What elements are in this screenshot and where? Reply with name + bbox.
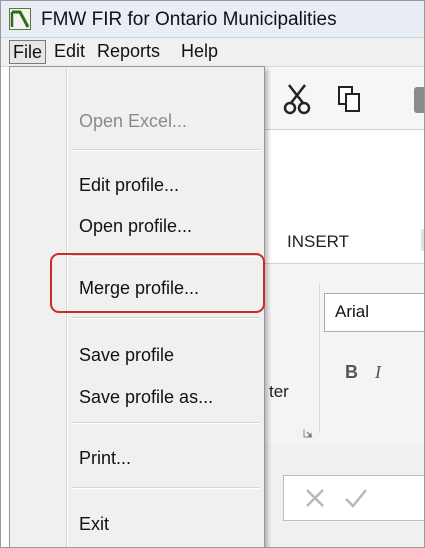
menu-separator <box>72 149 260 151</box>
file-menu-dropdown: Open Excel... Edit profile... Open profi… <box>9 66 265 547</box>
title-bar: FMW FIR for Ontario Municipalities <box>1 1 424 38</box>
menu-item-edit-profile[interactable]: Edit profile... <box>79 175 179 196</box>
toolbar <box>263 67 425 130</box>
menu-item-open-excel[interactable]: Open Excel... <box>79 111 187 132</box>
tab-next[interactable] <box>421 229 424 251</box>
menu-separator <box>72 422 260 424</box>
menu-reports[interactable]: Reports <box>94 40 163 62</box>
paste-icon[interactable] <box>411 85 425 115</box>
menu-help[interactable]: Help <box>178 40 221 62</box>
menu-item-save-profile[interactable]: Save profile <box>79 345 174 366</box>
menu-separator <box>72 317 260 319</box>
menu-edit[interactable]: Edit <box>51 40 88 62</box>
menu-file[interactable]: File <box>9 40 47 64</box>
menu-separator <box>72 487 260 489</box>
app-logo-icon <box>9 8 31 30</box>
scissors-icon[interactable] <box>283 83 311 115</box>
tab-insert[interactable]: INSERT <box>287 232 349 252</box>
cancel-x-icon[interactable] <box>304 487 326 509</box>
ribbon <box>263 263 424 447</box>
font-name-value: Arial <box>335 302 370 321</box>
menu-item-print[interactable]: Print... <box>79 448 131 469</box>
dialog-launcher-icon[interactable] <box>303 428 313 438</box>
app-window: FMW FIR for Ontario Municipalities File … <box>0 0 425 548</box>
formula-bar <box>283 475 424 521</box>
confirm-check-icon[interactable] <box>344 487 368 509</box>
ribbon-partial-label: ter <box>269 382 289 401</box>
font-name-select[interactable]: Arial <box>324 293 424 332</box>
ribbon-divider <box>319 283 320 433</box>
menu-item-save-profile-as[interactable]: Save profile as... <box>79 387 213 408</box>
menu-bar: File Edit Reports Help <box>1 38 424 67</box>
bold-button[interactable]: B <box>345 362 358 383</box>
copy-icon[interactable] <box>337 85 361 113</box>
window-title: FMW FIR for Ontario Municipalities <box>41 9 337 30</box>
merge-profile-highlight <box>50 253 265 313</box>
menu-item-exit[interactable]: Exit <box>79 514 109 535</box>
italic-button[interactable]: I <box>375 362 381 383</box>
menu-item-open-profile[interactable]: Open profile... <box>79 216 192 237</box>
